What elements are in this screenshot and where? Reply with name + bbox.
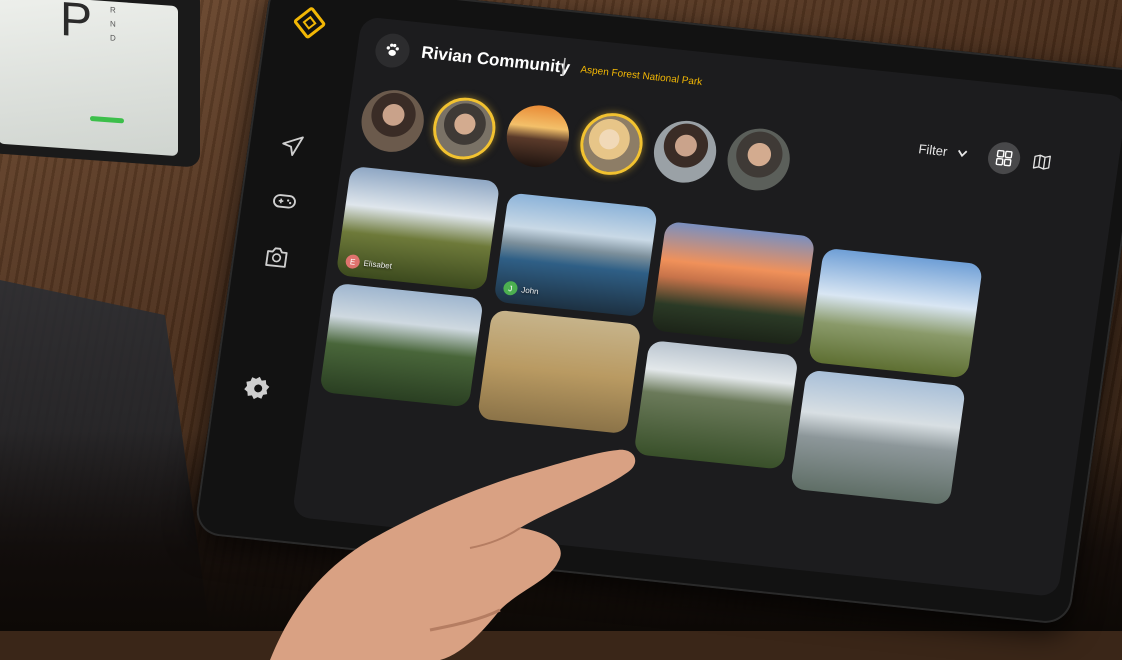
map-view-button[interactable] (1026, 147, 1058, 178)
page-title: Rivian Community (420, 42, 572, 78)
filter-label: Filter (917, 141, 949, 160)
author-initial: E (344, 253, 361, 270)
gear-r: R (110, 5, 116, 15)
filter-dropdown[interactable]: Filter (918, 141, 968, 161)
photo-card[interactable]: J John (493, 192, 658, 318)
photo-card[interactable]: E Elisabet (335, 165, 501, 291)
photo-card[interactable] (650, 221, 816, 346)
gamepad-icon[interactable] (269, 185, 301, 216)
gear-indicator: P (60, 0, 93, 49)
avatar-5[interactable] (649, 117, 721, 186)
avatar-1[interactable] (357, 87, 428, 155)
photo-card[interactable] (790, 369, 966, 506)
chevron-down-icon (956, 145, 968, 161)
navigation-arrow-icon[interactable] (276, 130, 308, 161)
avatar-2[interactable] (429, 94, 500, 163)
avatar-4[interactable] (576, 110, 647, 178)
author-name: John (520, 284, 540, 296)
gear-d: D (110, 33, 116, 43)
photo-card[interactable] (807, 247, 984, 379)
avatar-3[interactable] (502, 102, 574, 171)
rivian-logo-icon[interactable] (292, 5, 327, 40)
photo-card[interactable] (319, 282, 484, 408)
author-initial: J (502, 280, 519, 296)
pointing-hand (270, 449, 636, 660)
instrument-cluster: P R N D (0, 0, 200, 168)
paw-icon[interactable] (373, 31, 412, 70)
location-label[interactable]: Aspen Forest National Park (580, 64, 703, 88)
photo-author: E Elisabet (344, 253, 393, 273)
grid-view-icon (995, 149, 1013, 167)
gear-icon[interactable] (242, 373, 274, 404)
photo-author: J John (502, 280, 540, 299)
camera-rotate-icon[interactable] (261, 241, 293, 272)
map-view-icon (1032, 154, 1051, 170)
author-name: Elisabet (363, 258, 393, 271)
avatar-6[interactable] (723, 125, 794, 194)
gear-list: R N D (110, 3, 122, 46)
gear-n: N (110, 19, 116, 29)
photo-card[interactable] (477, 309, 642, 435)
grid-view-button[interactable] (985, 140, 1023, 176)
